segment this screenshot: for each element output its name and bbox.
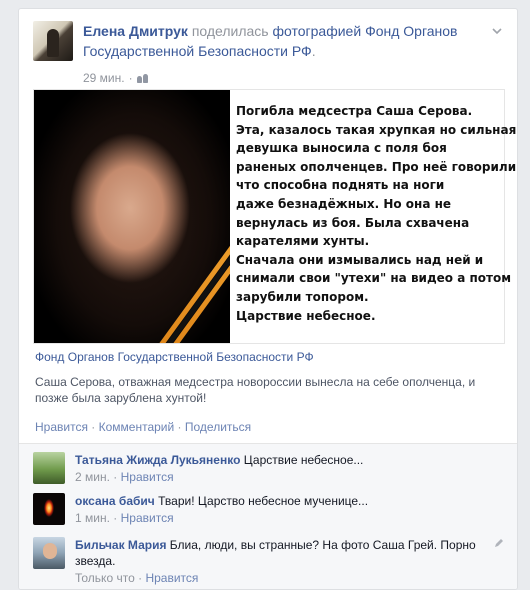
commenter-avatar[interactable] bbox=[33, 452, 65, 484]
post-timestamp[interactable]: 29 мин. bbox=[83, 71, 125, 85]
pencil-icon[interactable] bbox=[493, 537, 505, 549]
post-headline: Елена Дмитрук поделилась фотографией Фон… bbox=[83, 21, 479, 61]
headline-period: . bbox=[311, 43, 316, 59]
comment-item: оксана бабич Твари! Царство небесное муч… bbox=[33, 493, 505, 529]
shared-verb: поделилась bbox=[191, 23, 269, 39]
photo-text-line: снимали свои "утехи" на видео а потом bbox=[236, 271, 512, 286]
photo-text-line: Эта, казалось такая хрупкая но сильная bbox=[236, 122, 517, 137]
comment-meta: 1 мин. · Нравится bbox=[75, 510, 487, 526]
chevron-down-icon[interactable] bbox=[491, 25, 503, 37]
photo-text-line: карателями хунты. bbox=[236, 234, 370, 249]
link-preview: Фонд Органов Государственной Безопасност… bbox=[35, 349, 503, 406]
comment-body: Татьяна Жижда Лукьяненко Царствие небесн… bbox=[75, 452, 487, 485]
comment-like-link[interactable]: Нравится bbox=[121, 511, 174, 525]
share-link[interactable]: Поделиться bbox=[185, 420, 251, 434]
friends-audience-icon[interactable] bbox=[136, 73, 149, 83]
comment-text: Твари! Царство небесное мученице... bbox=[158, 494, 369, 508]
action-separator: · bbox=[87, 420, 99, 434]
meta-separator: · bbox=[113, 511, 118, 525]
photo-text-line: Царствие небесное. bbox=[236, 308, 376, 323]
author-name[interactable]: Елена Дмитрук bbox=[83, 23, 188, 39]
photo-text-line: даже безнадёжных. Но она не bbox=[236, 196, 452, 211]
comment-time[interactable]: Только что bbox=[75, 571, 135, 585]
preview-description: Саша Серова, отважная медсестра новоросс… bbox=[35, 375, 476, 405]
commenter-name[interactable]: Бильчак Мария bbox=[75, 538, 166, 552]
post-header: Елена Дмитрук поделилась фотографией Фон… bbox=[33, 21, 503, 91]
photo-caption-text: Погибла медсестра Саша Серова. Эта, каза… bbox=[236, 102, 517, 325]
comment-like-link[interactable]: Нравится bbox=[145, 571, 198, 585]
photo-text-line: раненых ополченцев. Про неё говорили bbox=[236, 159, 517, 174]
commenter-avatar[interactable] bbox=[33, 493, 65, 525]
photo-text-line: Сначала они измывались над ней и bbox=[236, 252, 484, 267]
meta-separator: · bbox=[113, 470, 118, 484]
post-meta: 29 мин. · bbox=[83, 71, 149, 85]
comment-meta: Только что · Нравится bbox=[75, 570, 487, 586]
photo-portrait bbox=[34, 90, 230, 343]
comment-item: Бильчак Мария Блиа, люди, вы странные? Н… bbox=[33, 537, 505, 585]
meta-separator: · bbox=[138, 571, 143, 585]
like-link[interactable]: Нравится bbox=[35, 420, 88, 434]
photo-text-line: Погибла медсестра Саша Серова. bbox=[236, 104, 473, 118]
comment-time[interactable]: 1 мин. bbox=[75, 511, 110, 525]
comment-link[interactable]: Комментарий bbox=[99, 420, 175, 434]
photo-text-line: девушка выносила с поля боя bbox=[236, 141, 447, 156]
preview-title[interactable]: Фонд Органов Государственной Безопасност… bbox=[35, 349, 503, 365]
ribbon-stripe bbox=[126, 219, 230, 343]
commenter-name[interactable]: Татьяна Жижда Лукьяненко bbox=[75, 453, 240, 467]
comment-time[interactable]: 2 мин. bbox=[75, 470, 110, 484]
post-actions: Нравится · Комментарий · Поделиться bbox=[35, 420, 251, 434]
comment-item: Татьяна Жижда Лукьяненко Царствие небесн… bbox=[33, 452, 505, 484]
comment-meta: 2 мин. · Нравится bbox=[75, 469, 487, 485]
photo-text-line: что способна поднять на ноги bbox=[236, 178, 445, 193]
shared-photo[interactable]: Погибла медсестра Саша Серова. Эта, каза… bbox=[33, 89, 517, 344]
comments-section: Татьяна Жижда Лукьяненко Царствие небесн… bbox=[19, 443, 517, 589]
comment-text: Царствие небесное... bbox=[243, 453, 364, 467]
comment-body: Бильчак Мария Блиа, люди, вы странные? Н… bbox=[75, 537, 487, 586]
author-avatar[interactable] bbox=[33, 21, 73, 61]
photo-link[interactable]: фотографией bbox=[273, 23, 362, 39]
photo-text-line: вернулась из боя. Была схвачена bbox=[236, 215, 470, 230]
comment-body: оксана бабич Твари! Царство небесное муч… bbox=[75, 493, 487, 526]
action-separator: · bbox=[174, 420, 185, 434]
commenter-name[interactable]: оксана бабич bbox=[75, 494, 155, 508]
photo-text-line: зарубили топором. bbox=[236, 289, 369, 304]
commenter-avatar[interactable] bbox=[33, 537, 65, 569]
news-feed-post: Елена Дмитрук поделилась фотографией Фон… bbox=[18, 8, 518, 590]
comment-like-link[interactable]: Нравится bbox=[121, 470, 174, 484]
meta-separator: · bbox=[128, 71, 133, 85]
